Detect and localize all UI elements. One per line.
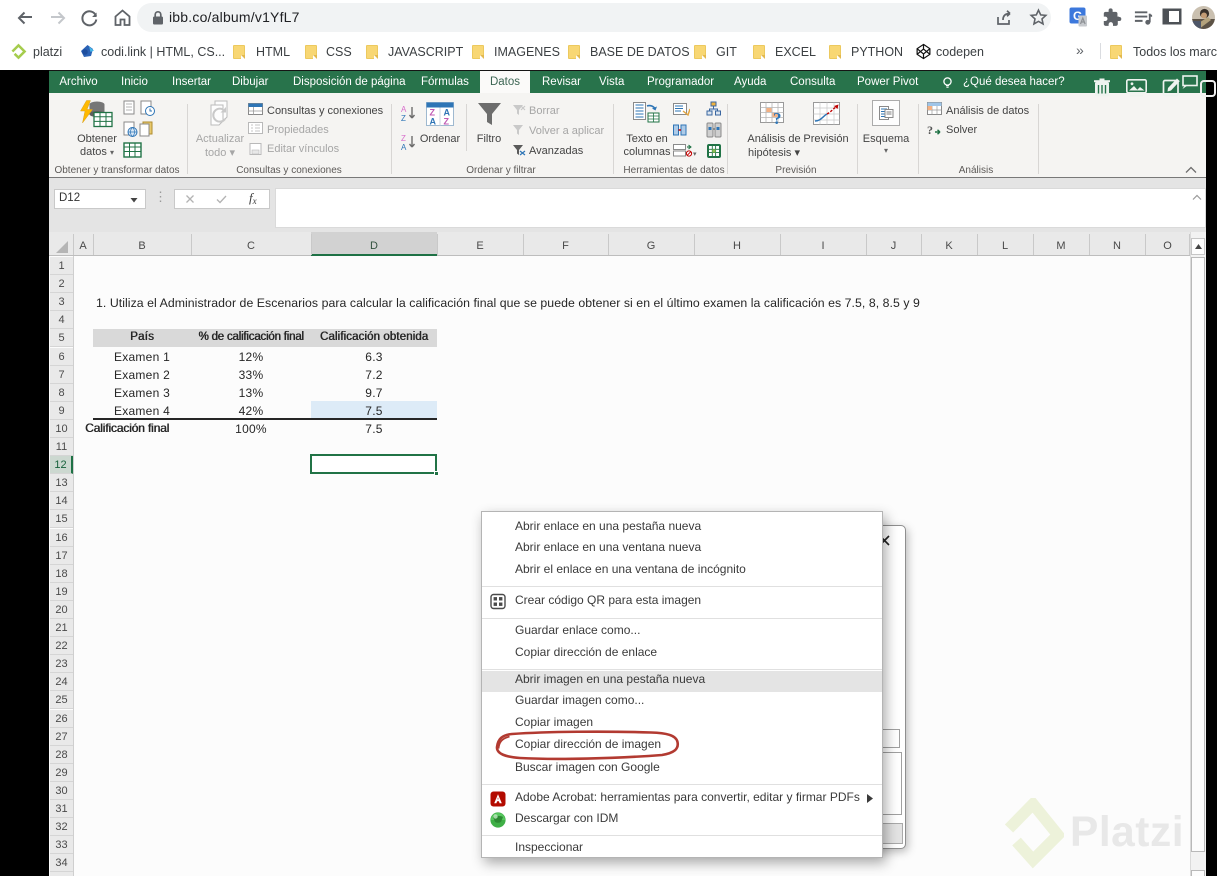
svg-text:?: ?: [927, 123, 933, 136]
svg-text:Z: Z: [444, 117, 450, 127]
svg-text:▾: ▾: [693, 151, 697, 157]
svg-text:A: A: [401, 143, 407, 151]
svg-text:A: A: [430, 117, 437, 127]
svg-text:?: ?: [773, 109, 782, 127]
svg-text:Z: Z: [401, 114, 406, 122]
svg-text:Z: Z: [401, 134, 406, 143]
svg-text:A: A: [401, 105, 407, 114]
